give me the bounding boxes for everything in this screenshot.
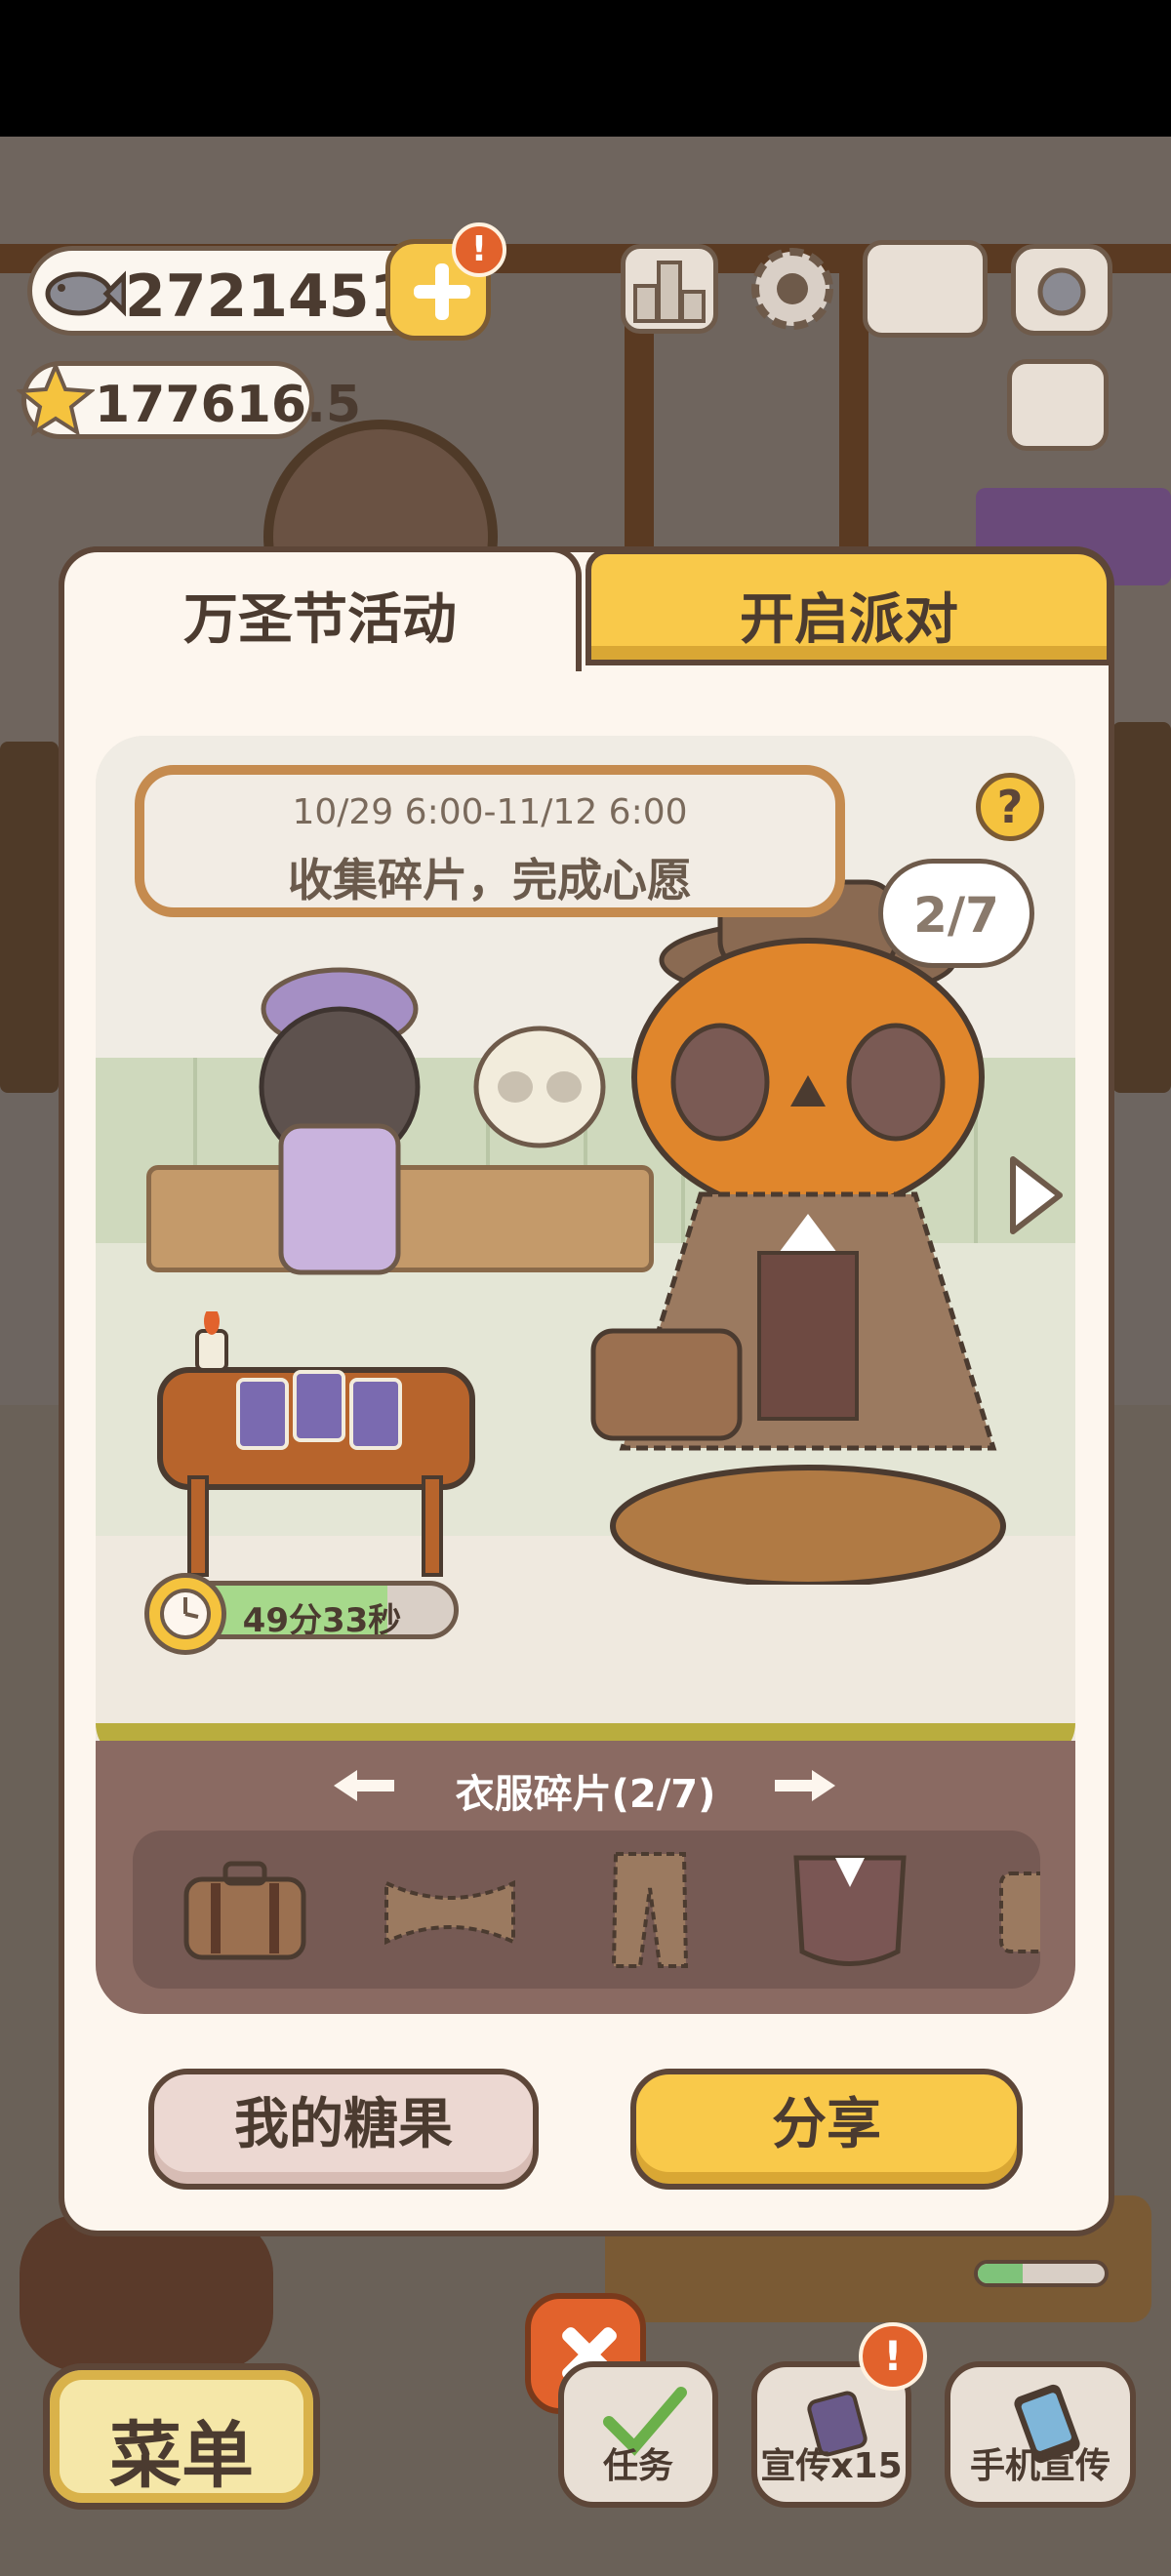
shard-slot-trousers[interactable] — [577, 1844, 723, 1971]
shard-title: 衣服碎片(2/7) — [455, 1772, 716, 1817]
camera-icon[interactable] — [1011, 244, 1112, 336]
clock-icon — [144, 1573, 226, 1655]
menu-button[interactable]: 菜单 — [43, 2363, 320, 2510]
star-count: 177616.5 — [95, 376, 362, 434]
event-goal-text: 收集碎片，完成心愿 — [288, 854, 692, 906]
my-candy-button[interactable]: 我的糖果 — [148, 2069, 539, 2190]
menu-label: 菜单 — [109, 2414, 254, 2498]
phone-promo-button[interactable]: 手机宣传 — [945, 2361, 1136, 2508]
star-icon — [17, 360, 95, 437]
mini-progress-bar — [974, 2260, 1109, 2287]
vest-icon — [793, 1855, 907, 1966]
promo-label: 宣传x15 — [760, 2446, 903, 2486]
shard-slot-vest[interactable] — [777, 1844, 923, 1971]
trousers-icon — [611, 1852, 689, 1968]
mole-tailor-character — [259, 967, 421, 1275]
event-banner: 10/29 6:00-11/12 6:00 收集碎片，完成心愿 — [135, 765, 845, 917]
progress-speech-bubble: 2/7 — [878, 859, 1034, 968]
tab-halloween-event[interactable]: 万圣节活动 — [59, 546, 582, 671]
side-shelf — [1112, 722, 1171, 1093]
tab-label: 万圣节活动 — [183, 588, 457, 652]
star-currency: 177616.5 — [17, 360, 361, 439]
timer-text: 49分33秒 — [242, 1601, 402, 1639]
phone-promo-label: 手机宣传 — [969, 2446, 1110, 2486]
suitcase-icon — [183, 1861, 306, 1960]
help-button[interactable]: ? — [976, 773, 1044, 841]
shard-slot-suitcase[interactable] — [172, 1844, 318, 1971]
alert-badge: ! — [452, 222, 506, 277]
fish-count: 2721451 — [125, 262, 411, 331]
promo-alert-badge: ! — [859, 2322, 927, 2391]
ranking-icon[interactable] — [621, 244, 718, 334]
tab-start-party[interactable]: 开启派对 — [586, 548, 1112, 665]
gear-icon[interactable] — [742, 238, 843, 340]
partial-item-icon — [999, 1872, 1040, 1953]
recipe-book-icon[interactable] — [863, 240, 988, 338]
shard-tray — [133, 1831, 1040, 1989]
task-button[interactable]: 任务 — [558, 2361, 718, 2508]
mini-progress-fill — [978, 2264, 1023, 2283]
side-shelf — [0, 742, 59, 1093]
task-label: 任务 — [602, 2446, 673, 2486]
progress-count: 2/7 — [913, 887, 999, 944]
next-arrow-icon[interactable] — [1005, 1151, 1066, 1239]
event-date-range: 10/29 6:00-11/12 6:00 — [292, 792, 688, 832]
shard-next-arrow-icon[interactable] — [773, 1768, 837, 1803]
shard-slot-bowtie[interactable] — [377, 1844, 523, 1971]
status-bar — [0, 0, 1171, 137]
tab-label: 开启派对 — [740, 588, 958, 652]
tarot-table — [157, 1311, 475, 1577]
news-icon[interactable] — [1007, 359, 1109, 451]
cushion — [20, 2215, 273, 2371]
bowtie-icon — [384, 1879, 515, 1946]
share-button[interactable]: 分享 — [630, 2069, 1023, 2190]
fish-icon — [45, 270, 126, 317]
suitcase-prop — [590, 1328, 743, 1441]
shard-slot-partial[interactable] — [991, 1844, 1040, 1971]
